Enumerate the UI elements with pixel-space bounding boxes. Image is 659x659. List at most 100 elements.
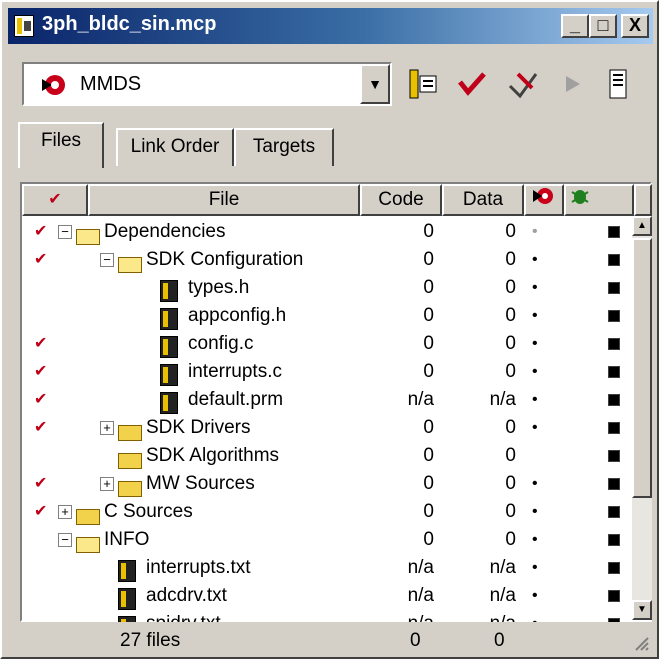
file-name: SDK Drivers <box>146 417 251 438</box>
column-check-header[interactable]: ✔ <box>22 184 88 216</box>
debug-dot[interactable]: • <box>532 554 538 582</box>
total-data: 0 <box>494 630 505 651</box>
debug-dot[interactable]: • <box>532 610 538 622</box>
file-row[interactable]: ✔ + SDK Drivers 0 0 • <box>22 414 622 442</box>
file-row[interactable]: ✔ config.c 0 0 • <box>22 330 622 358</box>
options-icon[interactable] <box>608 366 620 378</box>
options-icon[interactable] <box>608 226 620 238</box>
debug-icon[interactable] <box>506 68 538 100</box>
file-name: interrupts.c <box>188 361 282 382</box>
options-icon[interactable] <box>608 590 620 602</box>
options-icon[interactable] <box>608 618 620 622</box>
make-icon[interactable] <box>456 68 488 100</box>
debug-dot[interactable]: • <box>532 274 538 302</box>
title-bar[interactable]: 3ph_bldc_sin.mcp _ □ X <box>8 8 653 44</box>
column-bug-header[interactable] <box>564 184 634 216</box>
file-row[interactable]: interrupts.txt n/a n/a • <box>22 554 622 582</box>
debug-dot[interactable]: • <box>532 582 538 610</box>
scroll-up-button[interactable]: ▲ <box>632 216 652 236</box>
code-size: 0 <box>423 417 434 438</box>
close-button[interactable]: X <box>621 14 649 38</box>
options-icon[interactable] <box>608 534 620 546</box>
expand-toggle-icon[interactable]: + <box>100 421 114 435</box>
file-row[interactable]: adcdrv.txt n/a n/a • <box>22 582 622 610</box>
options-icon[interactable] <box>608 254 620 266</box>
file-row[interactable]: ✔ − Dependencies 0 0 • <box>22 218 622 246</box>
folder-icon <box>118 256 142 273</box>
debug-dot[interactable]: • <box>532 358 538 386</box>
file-row[interactable]: ✔ default.prm n/a n/a • <box>22 386 622 414</box>
vertical-scrollbar[interactable]: ▲ ▼ <box>632 216 652 620</box>
run-icon[interactable] <box>556 68 588 100</box>
file-row[interactable]: types.h 0 0 • <box>22 274 622 302</box>
check-mark-icon[interactable]: ✔ <box>34 498 47 526</box>
scroll-down-button[interactable]: ▼ <box>632 600 652 620</box>
project-window-icon[interactable] <box>602 68 634 100</box>
debug-dot[interactable]: • <box>532 218 538 246</box>
options-icon[interactable] <box>608 506 620 518</box>
options-icon[interactable] <box>608 562 620 574</box>
target-select[interactable]: MMDS ▼ <box>22 62 392 106</box>
options-icon[interactable] <box>608 310 620 322</box>
check-mark-icon[interactable]: ✔ <box>34 218 47 246</box>
column-debug-header[interactable] <box>524 184 564 216</box>
folder-icon <box>76 228 100 245</box>
expand-toggle-icon[interactable]: − <box>58 533 72 547</box>
options-icon[interactable] <box>608 394 620 406</box>
check-mark-icon[interactable]: ✔ <box>34 386 47 414</box>
check-mark-icon[interactable]: ✔ <box>34 358 47 386</box>
debug-dot[interactable]: • <box>532 246 538 274</box>
bug-icon <box>571 190 589 204</box>
project-window: 3ph_bldc_sin.mcp _ □ X MMDS ▼ Files Link… <box>0 0 659 659</box>
expand-toggle-icon[interactable]: + <box>58 505 72 519</box>
file-row[interactable]: ✔ interrupts.c 0 0 • <box>22 358 622 386</box>
file-row[interactable]: − INFO 0 0 • <box>22 526 622 554</box>
source-file-icon <box>118 559 136 582</box>
debug-target-icon <box>533 188 553 204</box>
expand-toggle-icon[interactable]: − <box>100 253 114 267</box>
expand-toggle-icon[interactable]: + <box>100 477 114 491</box>
check-mark-icon[interactable]: ✔ <box>34 470 47 498</box>
tab-link-order[interactable]: Link Order <box>116 128 234 166</box>
expand-toggle-icon[interactable]: − <box>58 225 72 239</box>
options-icon[interactable] <box>608 450 620 462</box>
chevron-down-icon[interactable]: ▼ <box>360 64 390 104</box>
debug-dot[interactable]: • <box>532 414 538 442</box>
check-mark-icon[interactable]: ✔ <box>34 330 47 358</box>
file-row[interactable]: ✔ + C Sources 0 0 • <box>22 498 622 526</box>
code-size: 0 <box>423 361 434 382</box>
column-file-header[interactable]: File <box>88 184 360 216</box>
file-row[interactable]: ✔ − SDK Configuration 0 0 • <box>22 246 622 274</box>
data-size: 0 <box>505 445 516 466</box>
data-size: n/a <box>489 557 516 578</box>
minimize-button[interactable]: _ <box>561 14 589 38</box>
file-row[interactable]: SDK Algorithms 0 0 <box>22 442 622 470</box>
scroll-thumb[interactable] <box>632 238 652 498</box>
debug-dot[interactable]: • <box>532 498 538 526</box>
resize-grip-icon[interactable] <box>632 634 650 652</box>
code-size: n/a <box>407 389 434 410</box>
column-data-header[interactable]: Data <box>442 184 524 216</box>
debug-dot[interactable]: • <box>532 302 538 330</box>
options-icon[interactable] <box>608 422 620 434</box>
maximize-button[interactable]: □ <box>589 14 617 38</box>
debug-dot[interactable]: • <box>532 526 538 554</box>
data-size: 0 <box>505 501 516 522</box>
debug-dot[interactable]: • <box>532 330 538 358</box>
code-size: 0 <box>423 277 434 298</box>
options-icon[interactable] <box>608 478 620 490</box>
file-count: 27 files <box>120 630 181 651</box>
options-icon[interactable] <box>608 338 620 350</box>
check-mark-icon[interactable]: ✔ <box>34 414 47 442</box>
file-row[interactable]: ✔ + MW Sources 0 0 • <box>22 470 622 498</box>
tab-files[interactable]: Files <box>18 122 104 168</box>
column-code-header[interactable]: Code <box>360 184 442 216</box>
debug-dot[interactable]: • <box>532 470 538 498</box>
debug-dot[interactable]: • <box>532 386 538 414</box>
file-row[interactable]: appconfig.h 0 0 • <box>22 302 622 330</box>
options-icon[interactable] <box>608 282 620 294</box>
settings-icon[interactable] <box>406 68 438 100</box>
file-row[interactable]: spidrv.txt n/a n/a • <box>22 610 622 622</box>
check-mark-icon[interactable]: ✔ <box>34 246 47 274</box>
tab-targets[interactable]: Targets <box>234 128 334 166</box>
